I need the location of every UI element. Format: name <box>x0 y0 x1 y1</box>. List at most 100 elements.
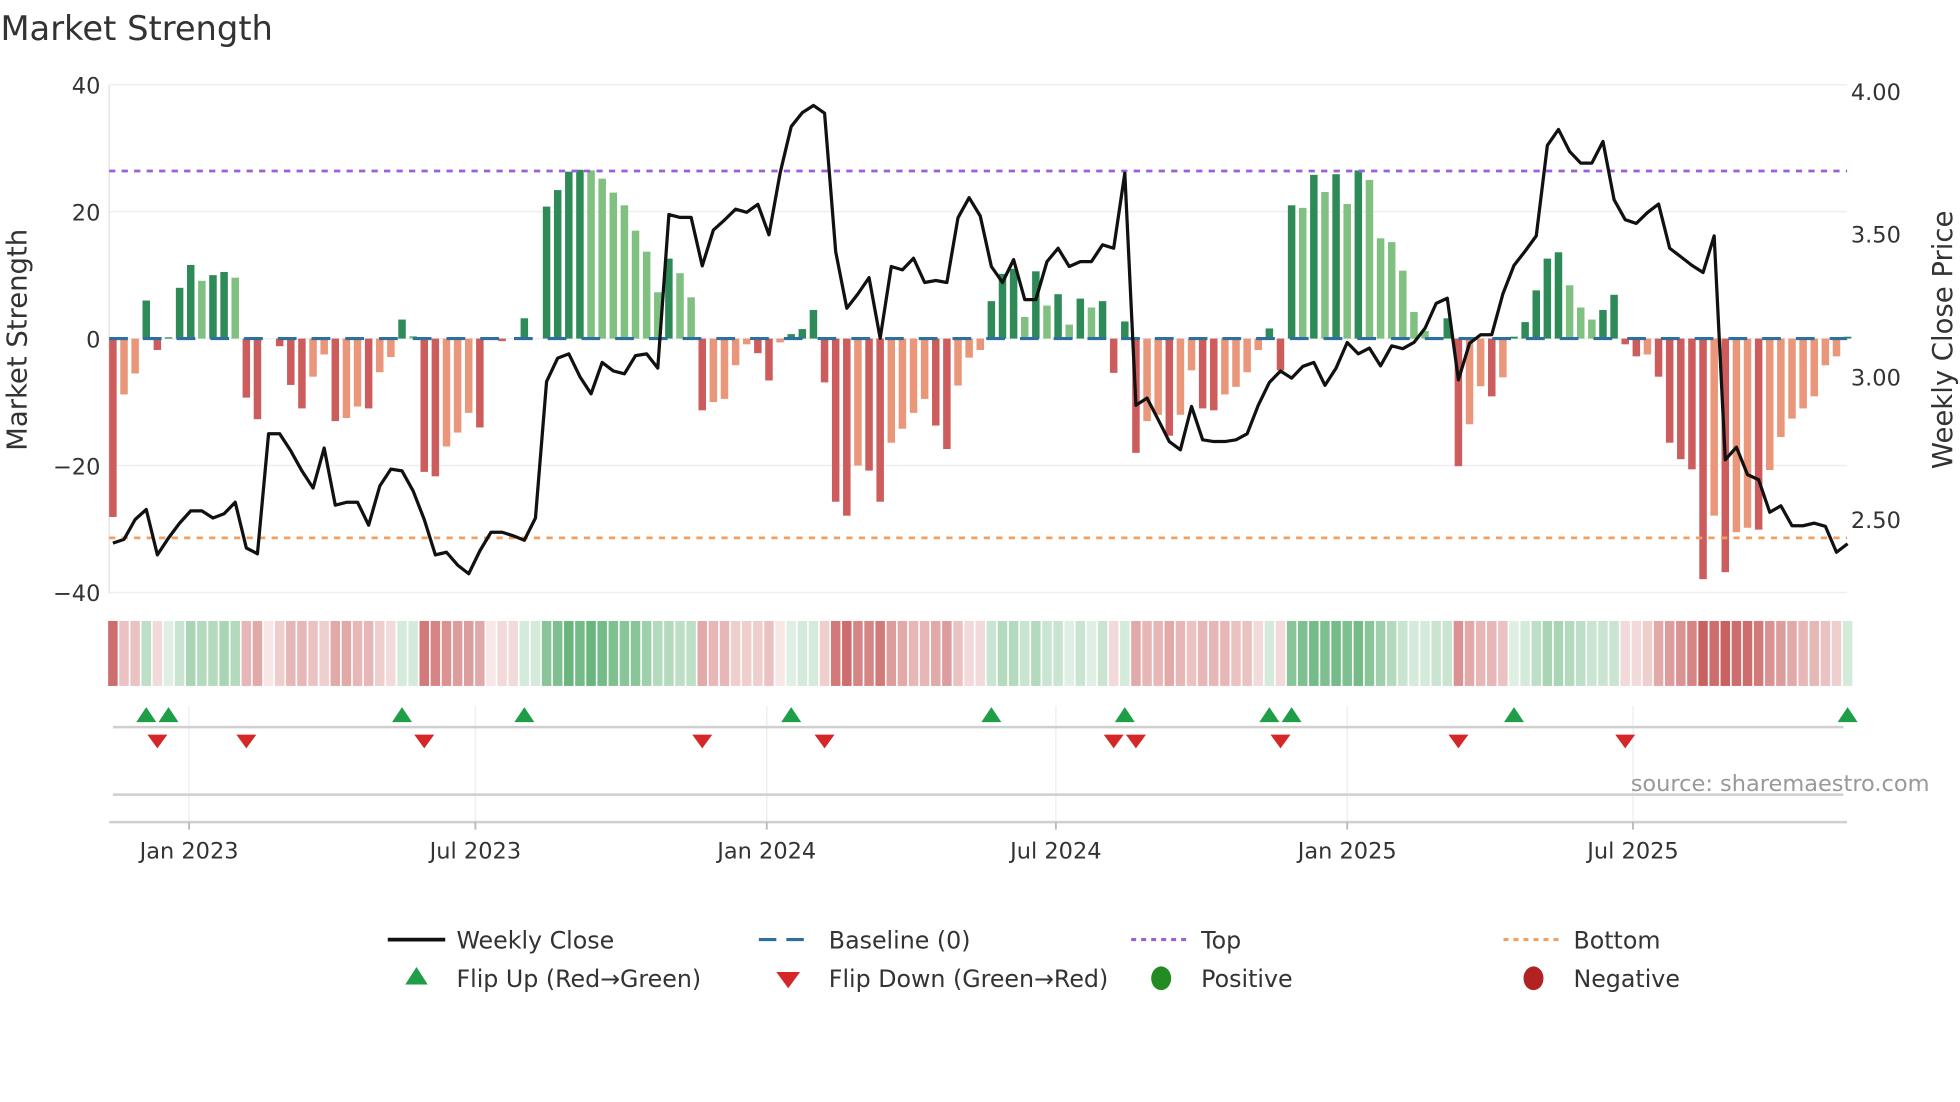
strength-bar <box>342 338 351 418</box>
regime-strip-cell <box>541 620 552 686</box>
regime-strip-cell <box>1509 620 1519 686</box>
strength-bar <box>1332 174 1340 339</box>
strength-bar <box>553 190 562 339</box>
legend-item-top[interactable]: Top <box>1131 926 1241 954</box>
strength-bar <box>220 271 228 339</box>
y-tick-label: 20 <box>72 200 101 226</box>
strength-bar <box>620 205 629 339</box>
strength-bar <box>320 338 328 355</box>
strength-bar <box>598 178 606 339</box>
regime-strip-cell <box>1809 620 1819 686</box>
regime-strip-cell <box>808 620 819 686</box>
legend-item-bottom[interactable]: Bottom <box>1503 926 1661 954</box>
strength-bar <box>1020 317 1029 339</box>
strength-bar <box>498 338 506 342</box>
legend-item-baseline[interactable]: Baseline (0) <box>758 926 971 954</box>
flip-down-marker <box>236 734 257 749</box>
regime-strip-cell <box>341 620 352 686</box>
regime-strip-cell <box>1398 620 1408 686</box>
regime-strip-cell <box>719 620 730 686</box>
regime-strip-cell <box>1409 620 1419 686</box>
legend: Weekly Close Baseline (0) Top Bottom Fli… <box>387 926 1680 993</box>
regime-strip-cell <box>430 620 441 686</box>
strength-bar <box>709 338 718 403</box>
regime-strip-cell <box>263 620 274 686</box>
regime-strip-cell <box>1776 620 1786 686</box>
flip-down-marker <box>414 734 435 749</box>
strength-bar <box>1232 338 1240 387</box>
strength-bar <box>442 338 451 447</box>
regime-strip-cell <box>764 620 774 686</box>
regime-strip-cell <box>975 620 985 686</box>
regime-strip-cell <box>1453 620 1464 686</box>
strength-bar <box>364 338 373 409</box>
regime-strip-cell <box>208 620 218 686</box>
regime-strip-cell <box>1553 620 1564 686</box>
strength-bar <box>1187 338 1196 371</box>
strength-bar <box>542 206 551 339</box>
strength-bar <box>1510 336 1518 339</box>
flip-down-marker <box>692 734 713 749</box>
strength-bar <box>698 338 706 411</box>
strength-bar <box>398 319 406 339</box>
regime-strip-cell <box>875 620 885 686</box>
x-tick-label: Jul 2025 <box>1585 838 1678 864</box>
strength-bar <box>1777 338 1785 437</box>
x-tick-label: Jan 2023 <box>138 838 239 864</box>
strength-bar <box>1543 258 1552 339</box>
strength-bar <box>1643 338 1652 355</box>
strength-bar <box>120 338 128 395</box>
regime-strip-cell <box>1475 620 1486 686</box>
strength-bar <box>198 280 206 339</box>
strength-bar <box>854 338 862 466</box>
strength-bar <box>1154 338 1162 415</box>
regime-strip-cell <box>1053 620 1063 686</box>
strength-bar <box>253 338 262 420</box>
regime-strip-cell <box>230 620 240 686</box>
regime-strip-cell <box>1687 620 1697 686</box>
strength-bar <box>820 338 829 383</box>
regime-strip-cell <box>1042 620 1052 686</box>
strength-bar <box>1121 321 1129 339</box>
legend-item-flip-up[interactable]: Flip Up (Red→Green) <box>405 965 701 993</box>
strength-bar <box>809 310 818 339</box>
strength-bar <box>1699 338 1707 580</box>
strength-bar <box>164 337 173 339</box>
strength-bar <box>1499 338 1507 378</box>
strength-bar <box>1221 338 1229 395</box>
legend-label: Top <box>1200 926 1241 954</box>
legend-item-weekly-close[interactable]: Weekly Close <box>387 926 614 954</box>
strength-bar <box>687 297 695 339</box>
legend-item-flip-down[interactable]: Flip Down (Green→Red) <box>776 965 1108 993</box>
legend-item-positive[interactable]: Positive <box>1151 965 1293 993</box>
regime-strip-cell <box>1031 620 1041 686</box>
strength-bar <box>1810 338 1818 397</box>
strength-bar <box>1165 338 1174 436</box>
regime-strip-cell <box>152 620 163 686</box>
regime-strip-cell <box>1097 620 1108 686</box>
regime-strip-cell <box>1742 620 1753 686</box>
regime-strip-cell <box>997 620 1008 686</box>
regime-strip-cell <box>1231 620 1241 686</box>
strength-bar <box>720 338 729 399</box>
flip-up-marker <box>981 707 1002 723</box>
regime-strip-cell <box>274 620 285 686</box>
y-right-tick-label: 3.50 <box>1851 223 1901 249</box>
y-tick-label: 40 <box>72 73 101 99</box>
strength-bar <box>843 338 851 516</box>
left-axis-ticks: 40 20 0 −20 −40 <box>53 73 100 607</box>
regime-strip-cell <box>1531 620 1541 686</box>
strength-bar <box>1599 310 1607 339</box>
regime-strip-cell <box>1309 620 1319 686</box>
strength-bar <box>453 338 462 433</box>
strength-bar <box>1766 338 1774 470</box>
strength-bar <box>731 338 740 366</box>
flip-down-marker <box>1270 734 1291 749</box>
strength-bar <box>909 338 918 413</box>
regime-strip-cell <box>1164 620 1175 686</box>
regime-strip-cell <box>931 620 941 686</box>
legend-item-negative[interactable]: Negative <box>1523 965 1680 993</box>
regime-strip-cell <box>1131 620 1141 686</box>
strength-bar <box>298 338 306 409</box>
regime-strip-cell <box>108 620 118 686</box>
